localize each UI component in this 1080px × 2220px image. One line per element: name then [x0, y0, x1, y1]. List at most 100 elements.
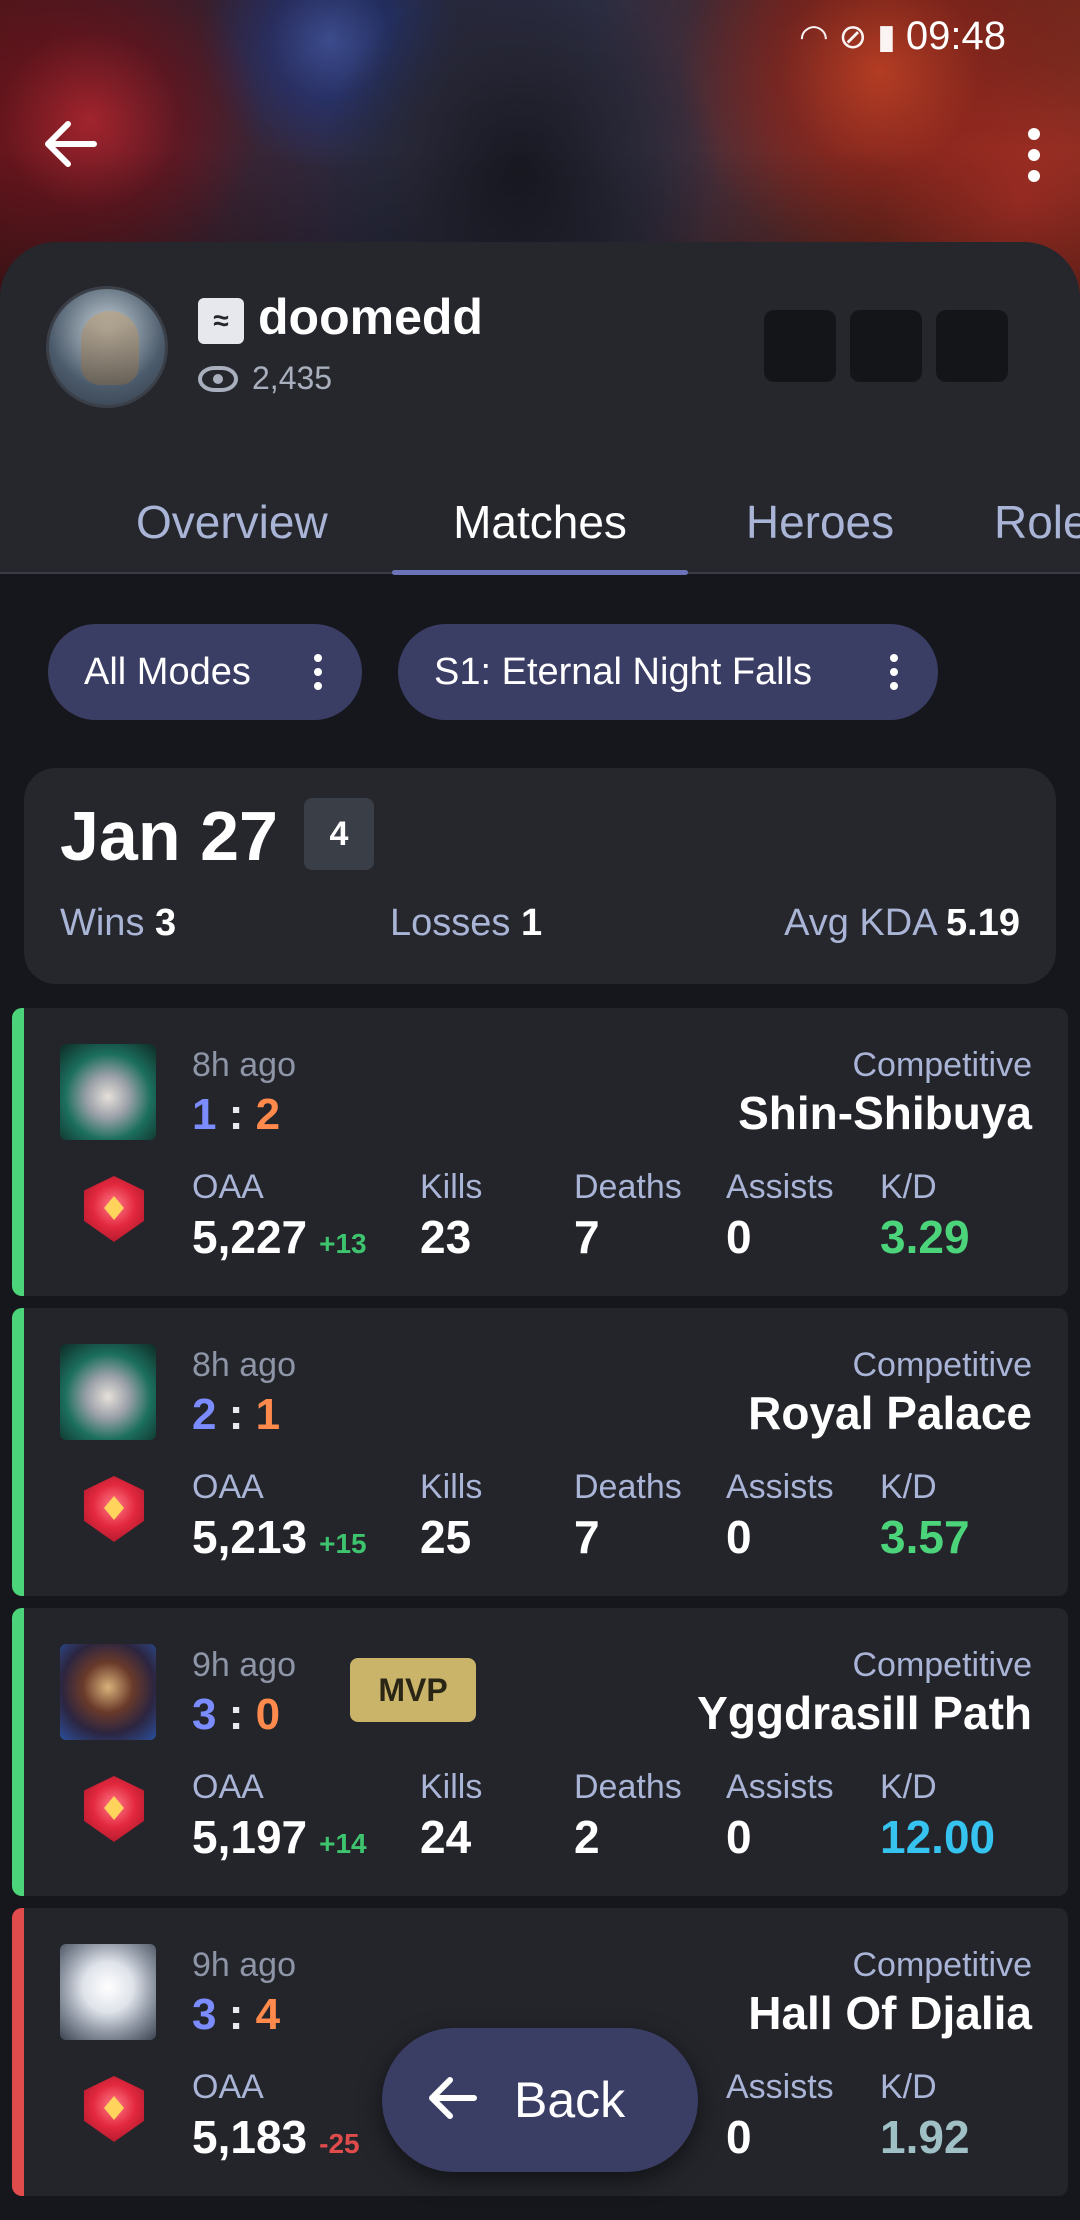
- arrow-left-icon: [426, 2070, 478, 2130]
- kills-label: Kills: [420, 1468, 483, 1506]
- tab-heroes[interactable]: Heroes: [700, 472, 940, 572]
- oaa-value: 5,197 +14: [192, 1811, 367, 1863]
- mode-filter-chip[interactable]: All Modes: [48, 624, 362, 720]
- match-map: Hall Of Djalia: [748, 1987, 1032, 2039]
- result-indicator: [12, 1608, 24, 1896]
- result-indicator: [12, 1908, 24, 2196]
- kd-value: 3.29: [880, 1211, 970, 1263]
- deaths-value: 7: [574, 1511, 600, 1563]
- assists-value: 0: [726, 1211, 752, 1263]
- tab-overview[interactable]: Overview: [96, 472, 386, 572]
- oaa-delta: +15: [319, 1528, 367, 1559]
- platform-icon: ≈: [198, 298, 244, 344]
- kills-label: Kills: [420, 1768, 483, 1806]
- rank-icon: [76, 1172, 152, 1248]
- assists-value: 0: [726, 1811, 752, 1863]
- mvp-badge: MVP: [350, 1658, 476, 1722]
- mode-filter-menu-icon: [314, 654, 322, 690]
- view-count: 2,435: [198, 360, 332, 397]
- kills-value: 25: [420, 1511, 472, 1563]
- summary-date: Jan 27: [60, 797, 278, 875]
- match-time: 9h ago: [192, 1946, 296, 1984]
- oaa-value: 5,213 +15: [192, 1511, 367, 1563]
- match-card[interactable]: 8h ago 2 : 1 Competitive Royal Palace OAA 5,2…: [12, 1308, 1068, 1596]
- deaths-label: Deaths: [574, 1168, 682, 1206]
- badge-slot[interactable]: [764, 310, 836, 382]
- profile-card: ≈ doomedd 2,435 Overview Matches Heroes …: [0, 242, 1080, 575]
- rank-icon: [76, 1472, 152, 1548]
- assists-label: Assists: [726, 1468, 834, 1506]
- match-mode: Competitive: [852, 1946, 1032, 1984]
- season-filter-menu-icon: [890, 654, 898, 690]
- kills-value: 24: [420, 1811, 472, 1863]
- tab-active-indicator: [392, 570, 688, 575]
- match-time: 8h ago: [192, 1046, 296, 1084]
- summary-wins: Wins 3: [60, 902, 177, 944]
- match-score: 3 : 0: [192, 1690, 281, 1739]
- kd-label: K/D: [880, 1768, 937, 1806]
- badge-slot[interactable]: [850, 310, 922, 382]
- oaa-delta: +14: [319, 1828, 367, 1859]
- status-bar: ◠ ⊘ ▮ 09:48: [799, 14, 1006, 59]
- season-filter-label: S1: Eternal Night Falls: [434, 650, 813, 693]
- match-score: 2 : 1: [192, 1390, 281, 1439]
- oaa-delta: +13: [319, 1228, 367, 1259]
- oaa-label: OAA: [192, 1468, 264, 1506]
- match-score: 3 : 4: [192, 1990, 281, 2039]
- back-arrow-icon[interactable]: [42, 120, 98, 177]
- tab-matches[interactable]: Matches: [392, 472, 688, 572]
- match-mode: Competitive: [852, 1646, 1032, 1684]
- assists-label: Assists: [726, 1768, 834, 1806]
- match-mode: Competitive: [852, 1046, 1032, 1084]
- mode-filter-label: All Modes: [84, 650, 251, 693]
- status-time: 09:48: [905, 14, 1006, 58]
- assists-value: 0: [726, 1511, 752, 1563]
- hero-portrait: [60, 1344, 156, 1440]
- kills-value: 23: [420, 1211, 472, 1263]
- summary-avg-kda: Avg KDA 5.19: [784, 902, 1020, 944]
- deaths-label: Deaths: [574, 1768, 682, 1806]
- eye-icon: [198, 365, 238, 392]
- day-summary-card: Jan 27 4 Wins 3 Losses 1 Avg KDA 5.19: [24, 768, 1056, 984]
- summary-losses: Losses 1: [390, 902, 543, 944]
- tab-role[interactable]: Role: [994, 472, 1080, 572]
- assists-label: Assists: [726, 2068, 834, 2106]
- oaa-value: 5,227 +13: [192, 1211, 367, 1263]
- badge-slots: [764, 310, 1008, 382]
- hero-portrait: [60, 1044, 156, 1140]
- season-filter-chip[interactable]: S1: Eternal Night Falls: [398, 624, 938, 720]
- badge-slot[interactable]: [936, 310, 1008, 382]
- dnd-icon: ⊘: [838, 17, 868, 56]
- kd-value: 1.92: [880, 2111, 970, 2163]
- kills-label: Kills: [420, 1168, 483, 1206]
- match-card[interactable]: 9h ago 3 : 0 MVP Competitive Yggdrasill Path…: [12, 1608, 1068, 1896]
- kd-label: K/D: [880, 1168, 937, 1206]
- rank-icon: [76, 2072, 152, 2148]
- oaa-value: 5,183 -25: [192, 2111, 360, 2163]
- kd-label: K/D: [880, 1468, 937, 1506]
- wifi-icon: ◠: [799, 17, 829, 56]
- kd-value: 12.00: [880, 1811, 996, 1863]
- summary-match-count: 4: [304, 798, 374, 870]
- more-options-icon[interactable]: [1028, 128, 1040, 182]
- kd-label: K/D: [880, 2068, 937, 2106]
- assists-label: Assists: [726, 1168, 834, 1206]
- deaths-label: Deaths: [574, 1468, 682, 1506]
- assists-value: 0: [726, 2111, 752, 2163]
- deaths-value: 2: [574, 1811, 600, 1863]
- username: doomedd: [258, 289, 483, 345]
- match-card[interactable]: 8h ago 1 : 2 Competitive Shin-Shibuya OAA 5,2…: [12, 1008, 1068, 1296]
- tab-bar: Overview Matches Heroes Role: [0, 472, 1080, 575]
- back-button-label: Back: [514, 2072, 626, 2128]
- match-score: 1 : 2: [192, 1090, 281, 1139]
- oaa-label: OAA: [192, 1168, 264, 1206]
- match-map: Yggdrasill Path: [697, 1687, 1032, 1739]
- hero-portrait: [60, 1644, 156, 1740]
- avatar[interactable]: [46, 286, 168, 408]
- hero-portrait: [60, 1944, 156, 2040]
- back-button[interactable]: Back: [382, 2028, 698, 2172]
- result-indicator: [12, 1008, 24, 1296]
- match-time: 9h ago: [192, 1646, 296, 1684]
- rank-icon: [76, 1772, 152, 1848]
- match-time: 8h ago: [192, 1346, 296, 1384]
